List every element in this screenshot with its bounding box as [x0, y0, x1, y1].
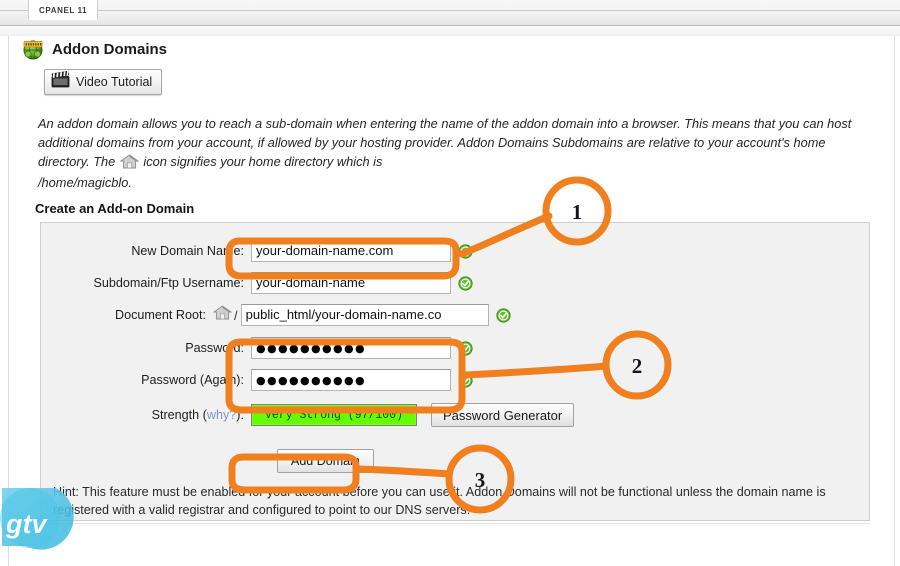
video-tutorial-label: Video Tutorial [76, 75, 153, 89]
label-document-root: Document Root: [115, 308, 206, 322]
input-document-root[interactable]: public_html/your-domain-name.co [240, 304, 489, 326]
strength-label-suffix: ): [236, 408, 244, 422]
page-content: Addon Domains Video Tutorial An addon do… [10, 36, 894, 566]
screenshot-root: CPANEL 11 Addon Domains Video Tutorial A… [0, 0, 900, 566]
section-heading: Create an Add-on Domain [35, 201, 195, 216]
document-root-prefix: / [212, 305, 238, 325]
create-addon-domain-panel: New Domain Name: your-domain-name.com Su… [40, 222, 870, 521]
input-password-again[interactable]: ●●●●●●●●●● [251, 369, 451, 391]
green-check-icon [458, 243, 473, 259]
chrome-divider [0, 10, 900, 11]
home-path-text: /home/magicblo. [38, 175, 132, 190]
hint-text: Hint: This feature must be enabled for y… [53, 485, 826, 517]
green-check-icon [458, 275, 473, 291]
browser-tab-cpanel[interactable]: CPANEL 11 [28, 0, 99, 20]
field-row-document-root: Document Root: / public_html/your-domain… [41, 303, 511, 327]
label-new-domain-name: New Domain Name: [131, 244, 244, 258]
field-row-password-again: Password (Again): ●●●●●●●●●● [41, 368, 473, 392]
label-password-again: Password (Again): [141, 373, 244, 387]
field-row-password: Password: ●●●●●●●●●● [41, 336, 473, 360]
page-title: Addon Domains [52, 40, 167, 58]
label-password-strength: Strength (why?): [41, 408, 251, 422]
why-link[interactable]: why? [207, 408, 236, 422]
description-text: An addon domain allows you to reach a su… [38, 114, 868, 171]
chrome-under-strip [0, 26, 900, 36]
strength-label-prefix: Strength ( [151, 408, 207, 422]
password-generator-button[interactable]: Password Generator [431, 403, 575, 427]
green-check-icon [458, 340, 473, 356]
home-directory-icon [119, 154, 140, 169]
document-root-slash: / [234, 307, 238, 323]
green-check-icon [496, 307, 511, 323]
globe-domains-icon [22, 38, 44, 60]
video-tutorial-button[interactable]: Video Tutorial [44, 69, 163, 95]
add-domain-button[interactable]: Add Domain [277, 449, 374, 473]
field-row-password-strength: Strength (why?): Very Strong (97/100) Pa… [41, 403, 575, 427]
input-new-domain-name[interactable]: your-domain-name.com [251, 240, 451, 262]
page-header: Addon Domains [22, 38, 167, 60]
label-password: Password: [185, 341, 244, 355]
field-row-subdomain-ftp-username: Subdomain/Ftp Username: your-domain-name [41, 271, 473, 295]
label-subdomain-ftp-username: Subdomain/Ftp Username: [93, 276, 245, 290]
field-row-new-domain-name: New Domain Name: your-domain-name.com [41, 239, 473, 263]
green-check-icon [458, 372, 473, 388]
panel-footer-strip [40, 523, 870, 543]
film-clapperboard-icon [51, 70, 70, 93]
description-part-2: icon signifies your home directory which… [143, 154, 383, 169]
input-password[interactable]: ●●●●●●●●●● [251, 337, 451, 359]
browser-chrome-bar: CPANEL 11 [0, 0, 900, 26]
input-subdomain-ftp-username[interactable]: your-domain-name [251, 272, 451, 294]
password-strength-bar: Very Strong (97/100) [251, 404, 417, 426]
page-gutter-left [0, 36, 9, 566]
home-directory-icon [212, 305, 233, 325]
page-gutter-right [894, 36, 900, 566]
